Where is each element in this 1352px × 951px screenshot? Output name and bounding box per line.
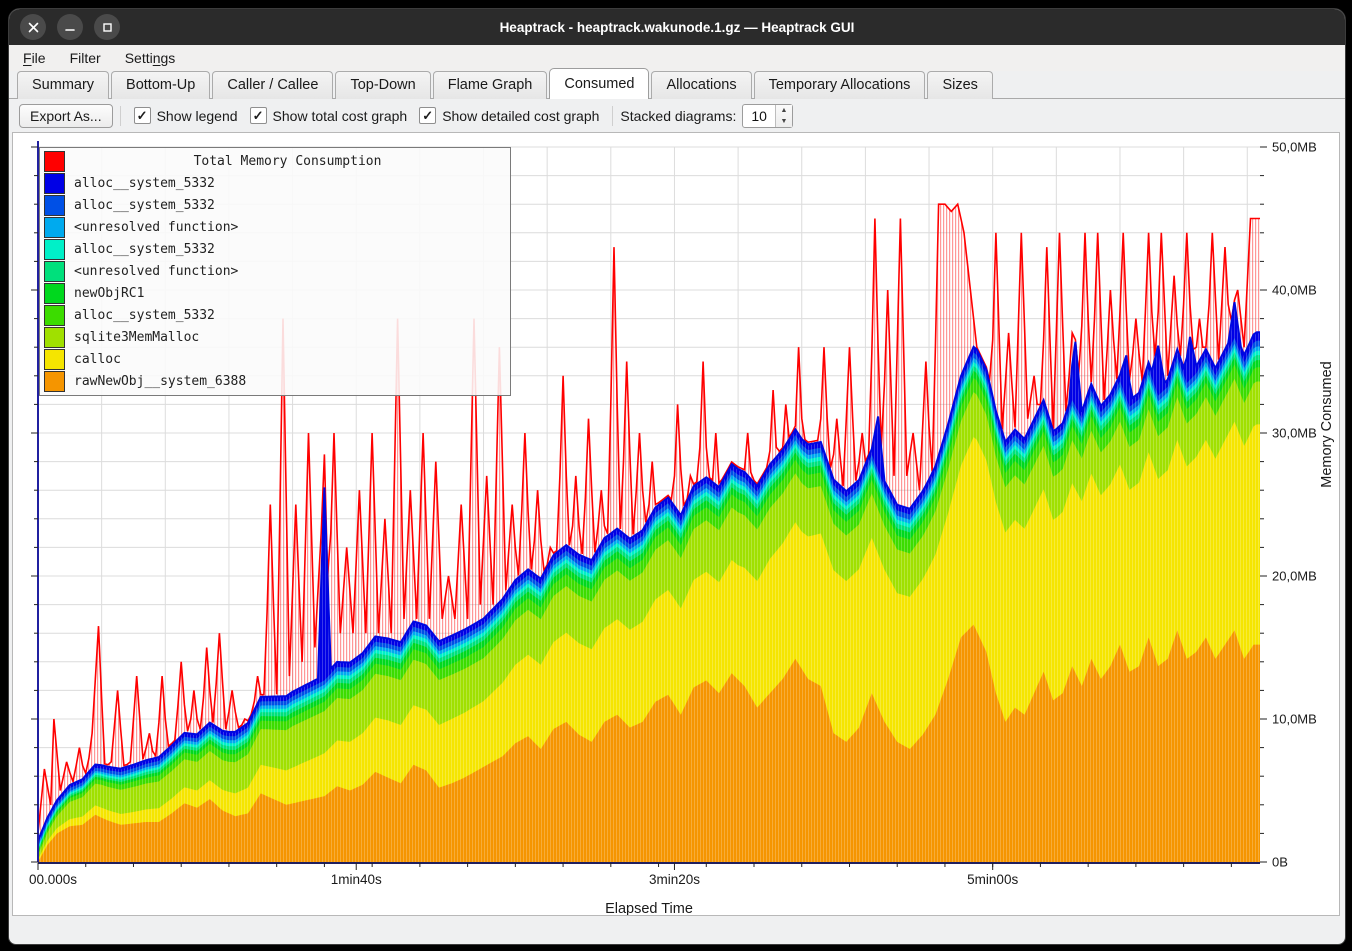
title-bar: Heaptrack - heaptrack.wakunode.1.gz — He… xyxy=(9,9,1345,45)
legend-label: sqlite3MemMalloc xyxy=(74,330,199,345)
legend-label: alloc__system_5332 xyxy=(74,242,215,257)
legend-swatch xyxy=(44,283,65,304)
close-icon xyxy=(28,22,39,33)
y-tick-label: 40,0MB xyxy=(1272,283,1317,298)
maximize-button[interactable] xyxy=(94,14,120,40)
legend-item: alloc__system_5332 xyxy=(40,194,510,216)
x-tick-label: 3min20s xyxy=(649,872,700,887)
legend-swatch xyxy=(44,327,65,348)
menu-item-file[interactable]: File xyxy=(13,48,56,68)
x-tick-label: 1min40s xyxy=(331,872,382,887)
y-tick-label: 20,0MB xyxy=(1272,569,1317,584)
checkbox-box-icon: ✓ xyxy=(250,107,267,124)
tab-summary[interactable]: Summary xyxy=(17,71,109,99)
legend-label: Total Memory Consumption xyxy=(65,154,510,169)
legend-item: rawNewObj__system_6388 xyxy=(40,370,510,392)
legend-swatch xyxy=(44,151,65,172)
legend-item: calloc xyxy=(40,348,510,370)
checkbox-show-legend[interactable]: ✓ Show legend xyxy=(134,107,238,124)
y-tick-label: 10,0MB xyxy=(1272,712,1317,727)
legend-swatch xyxy=(44,239,65,260)
y-tick-label: 30,0MB xyxy=(1272,426,1317,441)
close-button[interactable] xyxy=(20,14,46,40)
spinbox-arrows: ▲ ▼ xyxy=(775,105,792,127)
chart-legend: Total Memory Consumption alloc__system_53… xyxy=(39,147,511,396)
legend-swatch xyxy=(44,217,65,238)
checkbox-label: Show legend xyxy=(157,108,238,124)
x-tick-label: 00.000s xyxy=(29,872,77,887)
tab-bar: SummaryBottom-UpCaller / CalleeTop-DownF… xyxy=(9,71,1345,99)
legend-item: newObjRC1 xyxy=(40,282,510,304)
stacked-diagrams-spinbox[interactable]: 10 ▲ ▼ xyxy=(742,104,793,128)
checkbox-box-icon: ✓ xyxy=(419,107,436,124)
stacked-diagrams-value: 10 xyxy=(743,105,775,127)
legend-item: alloc__system_5332 xyxy=(40,304,510,326)
toolbar-separator xyxy=(120,106,121,126)
stacked-diagrams-label: Stacked diagrams: xyxy=(620,108,736,124)
legend-item: alloc__system_5332 xyxy=(40,238,510,260)
spin-up-icon[interactable]: ▲ xyxy=(776,105,792,116)
checkbox-label: Show detailed cost graph xyxy=(442,108,599,124)
legend-label: alloc__system_5332 xyxy=(74,308,215,323)
x-tick-label: 5min00s xyxy=(967,872,1018,887)
minimize-button[interactable] xyxy=(57,14,83,40)
minimize-icon xyxy=(64,22,76,33)
legend-label: rawNewObj__system_6388 xyxy=(74,374,246,389)
legend-swatch xyxy=(44,371,65,392)
legend-swatch xyxy=(44,349,65,370)
legend-swatch xyxy=(44,195,65,216)
tab-allocations[interactable]: Allocations xyxy=(651,71,751,99)
checkbox-group: ✓ Show legend ✓ Show total cost graph ✓ Show … xyxy=(128,107,606,124)
window-title: Heaptrack - heaptrack.wakunode.1.gz — He… xyxy=(9,20,1345,35)
memory-consumption-chart[interactable]: 0B 10,0MB 20,0MB 30,0MB 40,0MB 50,0MB 00.000s 1… xyxy=(12,132,1340,916)
toolbar: Export As... ✓ Show legend ✓ Show total cos… xyxy=(9,99,1345,132)
y-axis-title: Memory Consumed xyxy=(1319,361,1335,488)
legend-label: calloc xyxy=(74,352,121,367)
tab-consumed[interactable]: Consumed xyxy=(549,68,649,99)
legend-item: sqlite3MemMalloc xyxy=(40,326,510,348)
y-tick-label: 0B xyxy=(1272,855,1288,870)
legend-title-row: Total Memory Consumption xyxy=(40,150,510,172)
app-window: Heaptrack - heaptrack.wakunode.1.gz — He… xyxy=(8,8,1346,945)
tab-top-down[interactable]: Top-Down xyxy=(335,71,430,99)
tab-bottom-up[interactable]: Bottom-Up xyxy=(111,71,210,99)
checkbox-label: Show total cost graph xyxy=(273,108,408,124)
menu-item-filter[interactable]: Filter xyxy=(60,48,111,68)
tab-sizes[interactable]: Sizes xyxy=(927,71,992,99)
tab-caller-callee[interactable]: Caller / Callee xyxy=(212,71,333,99)
legend-label: alloc__system_5332 xyxy=(74,198,215,213)
menu-item-settings[interactable]: Settings xyxy=(115,48,186,68)
legend-item: <unresolved function> xyxy=(40,216,510,238)
tab-temporary-allocations[interactable]: Temporary Allocations xyxy=(754,71,926,99)
tab-flame-graph[interactable]: Flame Graph xyxy=(433,71,548,99)
menu-bar: FileFilterSettings xyxy=(9,45,1345,71)
maximize-icon xyxy=(102,22,113,33)
checkbox-show-detailed-cost-graph[interactable]: ✓ Show detailed cost graph xyxy=(419,107,599,124)
legend-label: <unresolved function> xyxy=(74,264,238,279)
toolbar-separator xyxy=(612,106,613,126)
legend-swatch xyxy=(44,305,65,326)
stacked-diagrams-group: Stacked diagrams: 10 ▲ ▼ xyxy=(620,104,793,128)
checkbox-box-icon: ✓ xyxy=(134,107,151,124)
legend-label: <unresolved function> xyxy=(74,220,238,235)
export-as-button[interactable]: Export As... xyxy=(19,104,113,128)
y-tick-label: 50,0MB xyxy=(1272,140,1317,155)
x-axis-title: Elapsed Time xyxy=(605,901,693,915)
legend-label: alloc__system_5332 xyxy=(74,176,215,191)
legend-item: alloc__system_5332 xyxy=(40,172,510,194)
spin-down-icon[interactable]: ▼ xyxy=(776,116,792,127)
checkbox-show-total-cost-graph[interactable]: ✓ Show total cost graph xyxy=(250,107,408,124)
legend-label: newObjRC1 xyxy=(74,286,144,301)
legend-swatch xyxy=(44,173,65,194)
legend-item: <unresolved function> xyxy=(40,260,510,282)
legend-swatch xyxy=(44,261,65,282)
